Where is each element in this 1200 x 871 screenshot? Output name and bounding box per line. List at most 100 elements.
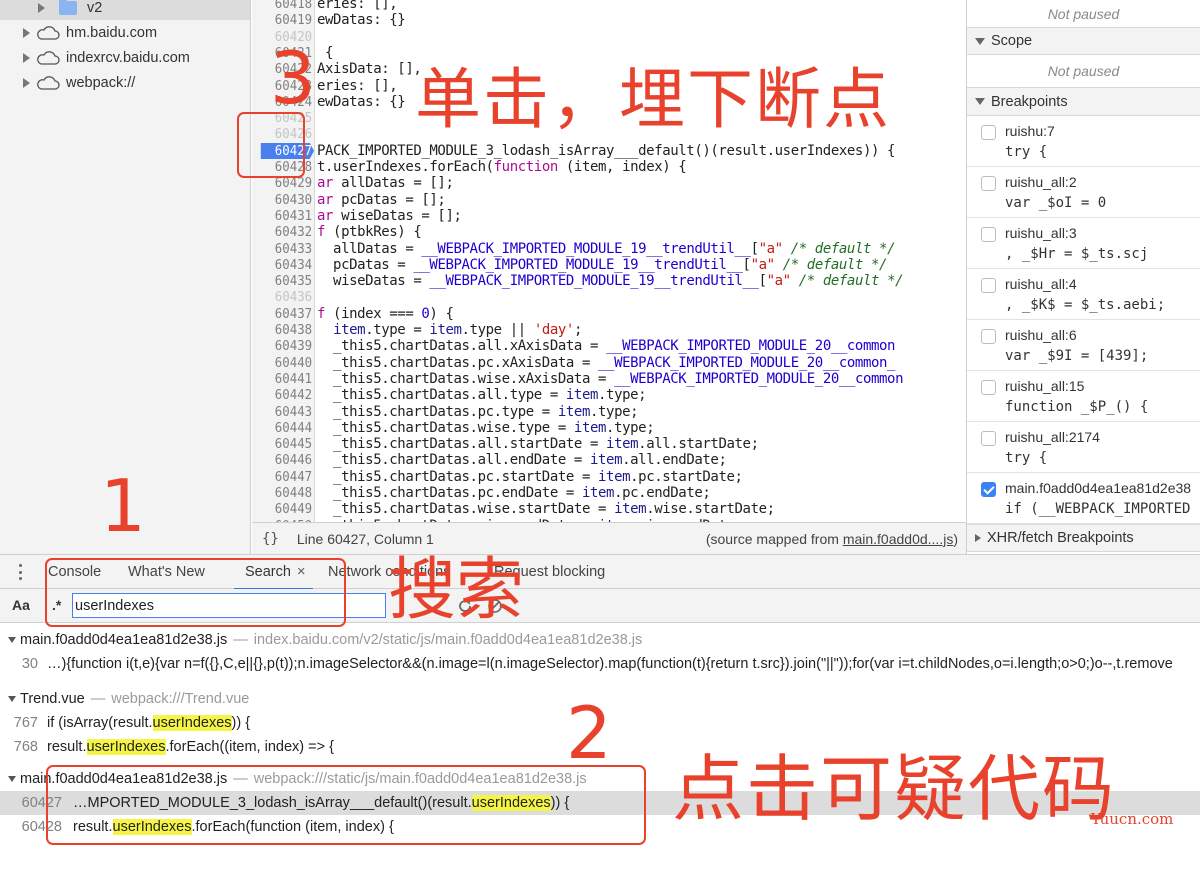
pretty-print-button[interactable]: {} [262,531,279,547]
code-text: wiseDatas = __WEBPACK_IMPORTED_MODULE_19… [317,273,904,290]
line-number[interactable]: 60424 [257,94,314,110]
breakpoint-checkbox[interactable] [981,278,996,293]
regex-toggle[interactable]: .* [52,597,61,613]
line-number[interactable]: 60428 [257,159,314,175]
breakpoint-checkbox[interactable] [981,431,996,446]
line-number[interactable]: 60422 [257,61,314,77]
line-number[interactable]: 60436 [257,289,314,305]
line-number[interactable]: 60437 [257,306,314,322]
tree-item-webpack[interactable]: webpack:// [0,70,135,95]
search-result-line[interactable]: 60427 …MPORTED_MODULE_3_lodash_isArray___… [0,791,1200,815]
code-text: ar wiseDatas = []; [317,207,462,224]
tab-whats-new[interactable]: What's New [128,555,205,589]
breakpoint-item[interactable]: ruishu_all:2174 try { [967,422,1200,473]
line-number[interactable]: 60443 [257,404,314,420]
line-number[interactable]: 60440 [257,355,314,371]
search-result-file[interactable]: Trend.vue — webpack:///Trend.vue [0,688,249,710]
search-result-line[interactable]: 767 if (isArray(result.userIndexes)) { [0,711,1200,735]
expand-arrow-icon[interactable] [23,52,30,63]
code-text: ar allDatas = []; [317,175,454,192]
expand-arrow-icon[interactable] [23,77,30,88]
breakpoint-checkbox[interactable] [981,329,996,344]
line-number[interactable]: 60445 [257,436,314,452]
line-number[interactable]: 60448 [257,485,314,501]
tab-request-blocking[interactable]: Request blocking [494,555,605,589]
line-number[interactable]: 60432 [257,224,314,240]
search-result-file[interactable]: main.f0add0d4ea1ea81d2e38.js — webpack:///… [0,768,587,790]
code-line: 60418 eries: [], [252,0,966,12]
line-number[interactable]: 60434 [257,257,314,273]
source-map-link[interactable]: main.f0add0d....js [843,531,954,547]
line-number[interactable]: 60439 [257,338,314,354]
breakpoint-item[interactable]: main.f0add0d4ea1ea81d2e38 if (__WEBPACK_I… [967,473,1200,524]
scope-section-header[interactable]: Scope [967,28,1200,55]
tab-search[interactable]: Search × [234,555,314,590]
tree-item-v2[interactable]: v2 [0,0,250,20]
code-text: _this5.chartDatas.pc.startDate = item.pc… [317,468,743,485]
search-input[interactable] [72,593,386,618]
breakpoint-checkbox[interactable] [981,176,996,191]
tab-network-conditions[interactable]: Network conditions [328,555,451,589]
line-number[interactable]: 60429 [257,175,314,191]
expand-arrow-icon[interactable] [23,27,30,38]
expand-arrow-icon[interactable] [38,2,45,13]
line-number[interactable]: 60421 [257,45,314,61]
line-number[interactable]: 60441 [257,371,314,387]
line-number[interactable]: 60423 [257,78,314,94]
breakpoint-checkbox[interactable] [981,380,996,395]
breakpoint-item[interactable]: ruishu:7 try { [967,116,1200,167]
line-number[interactable]: 60446 [257,452,314,468]
breakpoint-location: ruishu_all:4 [1005,276,1077,292]
code-text: _this5.chartDatas.wise.type = item.type; [317,419,655,436]
breakpoint-item[interactable]: ruishu_all:6 var _$9I = [439]; [967,320,1200,371]
code-editor[interactable]: 60418 eries: [], 60419 ewDatas: {} 60420 6042… [252,0,966,522]
search-result-line[interactable]: 768 result.userIndexes.forEach((item, ind… [0,735,1200,759]
tree-item-hm-baidu[interactable]: hm.baidu.com [0,20,157,45]
breakpoint-item[interactable]: ruishu_all:3 , _$Hr = $_ts.scj [967,218,1200,269]
clear-search-icon[interactable] [487,598,503,614]
line-number[interactable]: 60420 [257,29,314,45]
breakpoint-item[interactable]: ruishu_all:15 function _$P_() { [967,371,1200,422]
breakpoint-item[interactable]: ruishu_all:2 var _$oI = 0 [967,167,1200,218]
search-result-line[interactable]: 30 …){function i(t,e){var n=f({},C,e||{},… [0,652,1200,676]
line-number[interactable]: 60418 [257,0,314,12]
more-options-icon[interactable] [19,564,23,580]
breakpoint-code: , _$Hr = $_ts.scj [1005,246,1149,262]
breakpoint-code: , _$K$ = $_ts.aebi; [1005,297,1166,313]
line-number[interactable]: 60444 [257,420,314,436]
line-number[interactable]: 60442 [257,387,314,403]
breakpoints-section-header[interactable]: Breakpoints [967,88,1200,116]
result-line-text: result.userIndexes.forEach((item, index)… [47,739,334,755]
line-number[interactable]: 60438 [257,322,314,338]
code-line: 60444 _this5.chartDatas.wise.type = item… [252,420,966,436]
xhr-breakpoints-header[interactable]: XHR/fetch Breakpoints [967,524,1200,552]
line-number[interactable]: 60449 [257,501,314,517]
breakpoint-item[interactable]: ruishu_all:4 , _$K$ = $_ts.aebi; [967,269,1200,320]
breakpoint-checkbox[interactable] [981,227,996,242]
breakpoints-list: ruishu:7 try {ruishu_all:2 var _$oI = 0 rui… [967,116,1200,524]
line-number[interactable]: 60430 [257,192,314,208]
code-line: 60419 ewDatas: {} [252,12,966,28]
tab-console[interactable]: Console [48,555,101,589]
source-map-info: (source mapped from main.f0add0d....js) [706,531,958,547]
refresh-icon[interactable] [457,598,473,614]
drawer-tab-bar: Console What's New Search × Network condi… [0,555,1200,590]
breakpoint-marker[interactable]: 60427 [260,142,314,159]
line-number[interactable]: 60435 [257,273,314,289]
tree-item-indexrcv-baidu[interactable]: indexrcv.baidu.com [0,45,190,70]
line-number[interactable]: 60433 [257,241,314,257]
close-tab-icon[interactable]: × [297,564,305,580]
line-number[interactable]: 60419 [257,12,314,28]
line-number[interactable]: 60447 [257,469,314,485]
search-result-line[interactable]: 60428 result.userIndexes.forEach(function… [0,815,1200,839]
match-case-toggle[interactable]: Aa [12,597,30,613]
line-number[interactable]: 60426 [257,126,314,142]
code-line: 60430 ar pcDatas = []; [252,192,966,208]
breakpoint-checkbox[interactable] [981,125,996,140]
line-number[interactable]: 60425 [257,110,314,126]
code-text: _this5.chartDatas.pc.xAxisData = __WEBPA… [317,354,896,371]
search-result-file[interactable]: main.f0add0d4ea1ea81d2e38.js — index.baidu… [0,629,642,651]
breakpoint-checkbox[interactable] [981,482,996,497]
breakpoint-location: ruishu_all:2174 [1005,429,1100,445]
line-number[interactable]: 60431 [257,208,314,224]
